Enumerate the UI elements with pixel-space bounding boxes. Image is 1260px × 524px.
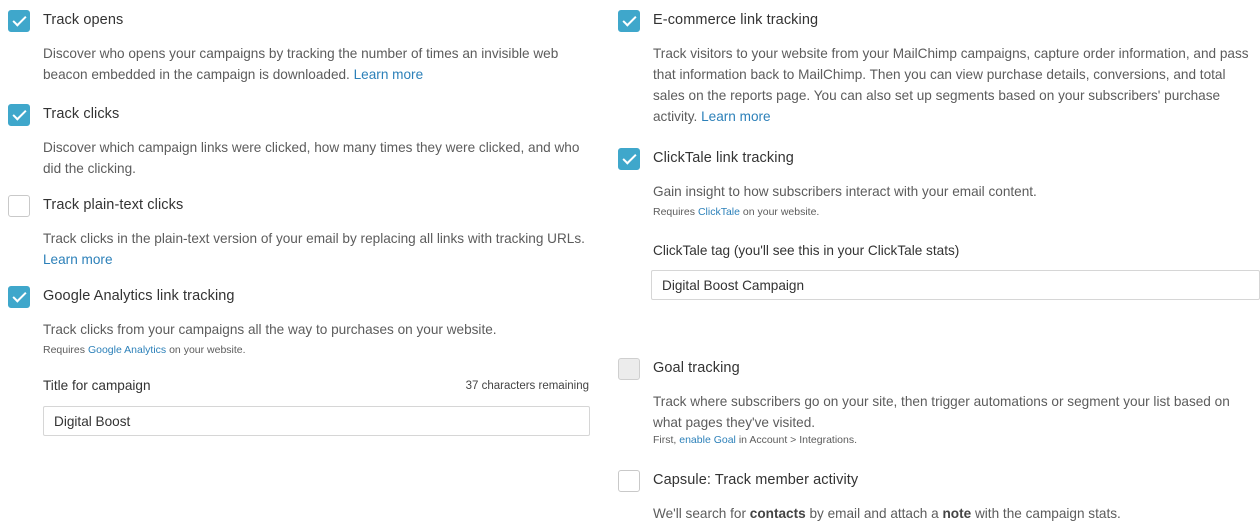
- characters-remaining: 37 characters remaining: [465, 380, 589, 392]
- track-plain-text-description: Track clicks in the plain-text version o…: [43, 231, 585, 267]
- clicktale-requirement: Requires ClickTale on your website.: [653, 206, 820, 218]
- google-analytics-link[interactable]: Google Analytics: [88, 344, 166, 356]
- ecommerce-checkbox[interactable]: [618, 10, 640, 32]
- capsule-checkbox[interactable]: [618, 470, 640, 492]
- clicktale-tag-label: ClickTale tag (you'll see this in your C…: [653, 243, 960, 258]
- ecommerce-label[interactable]: E-commerce link tracking: [653, 12, 818, 28]
- track-opens-learn-more-link[interactable]: Learn more: [354, 67, 424, 82]
- track-clicks-description: Discover which campaign links were click…: [43, 140, 580, 176]
- goal-tracking-requirement: First, enable Goal in Account > Integrat…: [653, 434, 858, 446]
- campaign-title-label: Title for campaign: [43, 378, 151, 393]
- capsule-label[interactable]: Capsule: Track member activity: [653, 472, 858, 488]
- google-analytics-checkbox[interactable]: [8, 286, 30, 308]
- google-analytics-description: Track clicks from your campaigns all the…: [43, 322, 497, 337]
- goal-tracking-label[interactable]: Goal tracking: [653, 360, 740, 376]
- track-clicks-label[interactable]: Track clicks: [43, 106, 119, 122]
- capsule-description: We'll search for contacts by email and a…: [653, 506, 1121, 521]
- track-plain-text-learn-more-link[interactable]: Learn more: [43, 252, 113, 267]
- clicktale-link[interactable]: ClickTale: [698, 206, 740, 218]
- track-opens-checkbox[interactable]: [8, 10, 30, 32]
- google-analytics-label[interactable]: Google Analytics link tracking: [43, 288, 235, 304]
- clicktale-label[interactable]: ClickTale link tracking: [653, 150, 794, 166]
- enable-goal-link[interactable]: enable Goal: [679, 434, 736, 446]
- track-opens-description: Discover who opens your campaigns by tra…: [43, 46, 559, 82]
- clicktale-checkbox[interactable]: [618, 148, 640, 170]
- track-clicks-checkbox[interactable]: [8, 104, 30, 126]
- track-opens-label[interactable]: Track opens: [43, 12, 123, 28]
- google-analytics-requirement: Requires Google Analytics on your websit…: [43, 344, 246, 356]
- campaign-title-input[interactable]: [43, 406, 590, 436]
- ecommerce-description: Track visitors to your website from your…: [653, 46, 1249, 124]
- track-plain-text-label[interactable]: Track plain-text clicks: [43, 197, 183, 213]
- goal-tracking-description: Track where subscribers go on your site,…: [653, 394, 1230, 430]
- ecommerce-learn-more-link[interactable]: Learn more: [701, 109, 771, 124]
- clicktale-description: Gain insight to how subscribers interact…: [653, 184, 1037, 199]
- clicktale-tag-input[interactable]: [651, 270, 1260, 300]
- goal-tracking-checkbox[interactable]: [618, 358, 640, 380]
- track-plain-text-checkbox[interactable]: [8, 195, 30, 217]
